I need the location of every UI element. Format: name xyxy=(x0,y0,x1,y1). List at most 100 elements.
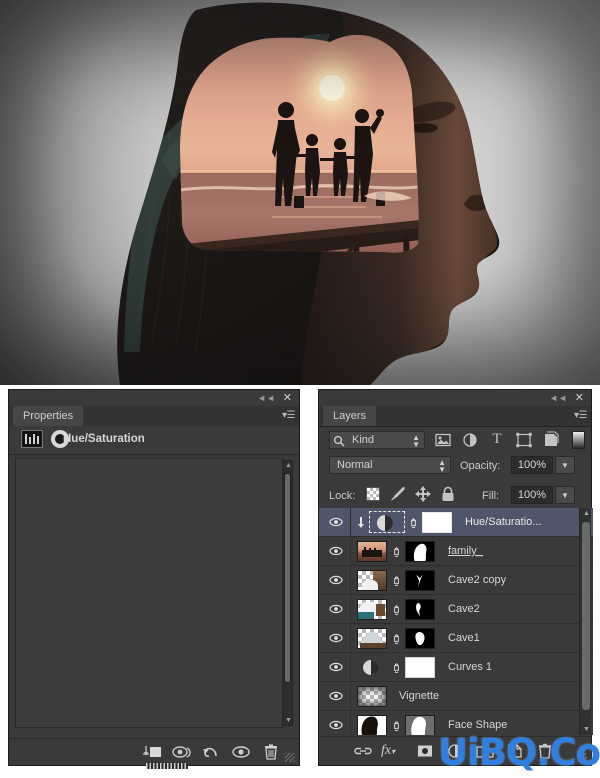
lock-transparent-pixels-icon[interactable] xyxy=(366,487,380,501)
filter-enable-toggle-icon[interactable] xyxy=(572,431,585,449)
panel-menu-icon[interactable]: ▾☰ xyxy=(282,410,295,421)
fill-value-field[interactable]: 100% xyxy=(511,486,553,504)
chevron-updown-icon[interactable]: ▲ ▼ xyxy=(412,434,420,449)
toggle-layer-visibility-icon[interactable] xyxy=(228,743,254,761)
hue-saturation-thumb-icon xyxy=(21,430,43,448)
close-icon[interactable]: ✕ xyxy=(575,393,584,404)
filter-shape-layers-icon[interactable] xyxy=(514,431,534,449)
layer-visibility-icon[interactable] xyxy=(329,661,343,673)
link-mask-icon[interactable] xyxy=(392,575,401,587)
fill-dropdown-arrow[interactable]: ▼ xyxy=(555,486,575,504)
layer-mask-thumb[interactable] xyxy=(405,599,435,620)
scroll-up-icon[interactable]: ▲ xyxy=(583,510,590,517)
layer-visibility-icon[interactable] xyxy=(329,690,343,702)
row-divider xyxy=(350,682,351,710)
panel-resize-grip[interactable] xyxy=(285,753,295,762)
scrollbar-thumb[interactable] xyxy=(284,473,291,683)
layer-mask-thumb[interactable] xyxy=(405,628,435,649)
layers-panel: ◄◄ ✕ Layers ▾☰ Kind ▲ ▼ T Normal ▲ ▼ Opa… xyxy=(318,389,593,766)
layer-image-thumb[interactable] xyxy=(357,570,387,591)
search-icon xyxy=(333,435,345,447)
layers-scrollbar[interactable]: ▲ ▼ xyxy=(579,508,591,735)
layer-name[interactable]: family_ xyxy=(448,545,483,557)
tab-properties[interactable]: Properties xyxy=(13,406,84,426)
layer-thumb-selected-outline[interactable] xyxy=(369,511,405,533)
tab-layers[interactable]: Layers xyxy=(323,406,377,426)
layer-mask-thumb[interactable] xyxy=(422,512,452,533)
layer-mask-thumb[interactable] xyxy=(405,715,435,735)
link-mask-icon[interactable] xyxy=(409,517,418,529)
lock-image-pixels-icon[interactable] xyxy=(389,486,407,502)
layer-name[interactable]: Curves 1 xyxy=(448,661,492,673)
fill-label: Fill: xyxy=(482,490,500,502)
link-mask-icon[interactable] xyxy=(392,662,401,674)
table-row[interactable]: Vignette xyxy=(319,682,593,711)
layer-image-thumb[interactable] xyxy=(357,541,387,562)
properties-scrollbar[interactable]: ▲ ▼ xyxy=(282,460,293,726)
layer-name[interactable]: Face Shape xyxy=(448,719,507,731)
link-mask-icon[interactable] xyxy=(392,633,401,645)
panel-bottom-handle[interactable] xyxy=(146,763,188,769)
view-previous-state-icon[interactable] xyxy=(169,743,195,761)
layer-name[interactable]: Cave1 xyxy=(448,632,480,644)
table-row[interactable]: Cave1 xyxy=(319,624,593,653)
collapse-icon[interactable]: ◄◄ xyxy=(549,394,567,403)
table-row[interactable]: Cave2 copy xyxy=(319,566,593,595)
layer-style-fx-icon[interactable]: fx▾ xyxy=(381,743,403,759)
table-row[interactable]: family_ xyxy=(319,537,593,566)
filter-smart-object-icon[interactable] xyxy=(541,431,561,449)
layer-image-thumb[interactable] xyxy=(357,599,387,620)
layer-visibility-icon[interactable] xyxy=(329,632,343,644)
row-divider xyxy=(350,653,351,681)
delete-adjustment-icon[interactable] xyxy=(258,743,284,761)
layer-mask-thumb[interactable] xyxy=(405,570,435,591)
blend-mode-dropdown[interactable]: Normal ▲ ▼ xyxy=(329,456,451,474)
layer-name[interactable]: Cave2 copy xyxy=(448,574,506,586)
layer-name[interactable]: Cave2 xyxy=(448,603,480,615)
layer-image-thumb[interactable] xyxy=(357,715,387,735)
properties-tabstrip: Properties ▾☰ xyxy=(9,406,299,427)
row-divider xyxy=(350,624,351,652)
clipping-mask-arrow-icon xyxy=(358,517,364,528)
filter-type-layers-icon[interactable]: T xyxy=(487,431,507,449)
row-divider xyxy=(350,566,351,594)
layer-visibility-icon[interactable] xyxy=(329,603,343,615)
filter-adjustment-layers-icon[interactable] xyxy=(460,431,480,449)
clip-to-layer-icon[interactable] xyxy=(140,743,166,761)
filter-pixel-layers-icon[interactable] xyxy=(433,431,453,449)
layer-adjustment-thumb[interactable] xyxy=(363,660,379,675)
scroll-up-icon[interactable]: ▲ xyxy=(285,462,292,469)
link-mask-icon[interactable] xyxy=(392,604,401,616)
opacity-dropdown-arrow[interactable]: ▼ xyxy=(555,456,575,474)
layer-name[interactable]: Hue/Saturatio... xyxy=(465,516,541,528)
scrollbar-thumb[interactable] xyxy=(582,522,590,710)
add-layer-mask-icon[interactable] xyxy=(415,743,435,759)
opacity-label: Opacity: xyxy=(460,460,501,472)
panel-menu-icon[interactable]: ▾☰ xyxy=(574,410,587,421)
layer-mask-thumb[interactable] xyxy=(405,657,435,678)
layer-visibility-icon[interactable] xyxy=(329,545,343,557)
link-mask-icon[interactable] xyxy=(392,720,401,732)
layer-visibility-icon[interactable] xyxy=(329,574,343,586)
scroll-down-icon[interactable]: ▼ xyxy=(285,717,292,724)
layer-visibility-icon[interactable] xyxy=(329,719,343,731)
link-layers-icon[interactable] xyxy=(353,743,373,759)
table-row[interactable]: Cave2 xyxy=(319,595,593,624)
opacity-value-field[interactable]: 100% xyxy=(511,456,553,474)
layer-mask-thumb[interactable] xyxy=(405,541,435,562)
layer-visibility-icon[interactable] xyxy=(329,516,343,528)
layer-image-thumb[interactable] xyxy=(357,628,387,649)
layer-list: Hue/Saturatio... family_ Cave2 copy Cave… xyxy=(319,508,593,735)
reset-icon[interactable] xyxy=(198,743,224,761)
link-mask-icon[interactable] xyxy=(392,546,401,558)
table-row[interactable]: Hue/Saturatio... xyxy=(319,508,593,537)
row-divider xyxy=(350,537,351,565)
chevron-updown-icon[interactable]: ▲ ▼ xyxy=(438,459,446,474)
layer-image-thumb[interactable] xyxy=(357,686,387,707)
layer-name[interactable]: Vignette xyxy=(399,690,439,702)
lock-position-icon[interactable] xyxy=(414,486,432,502)
table-row[interactable]: Curves 1 xyxy=(319,653,593,682)
collapse-icon[interactable]: ◄◄ xyxy=(257,394,275,403)
close-icon[interactable]: ✕ xyxy=(283,393,292,404)
lock-all-icon[interactable] xyxy=(439,486,457,502)
